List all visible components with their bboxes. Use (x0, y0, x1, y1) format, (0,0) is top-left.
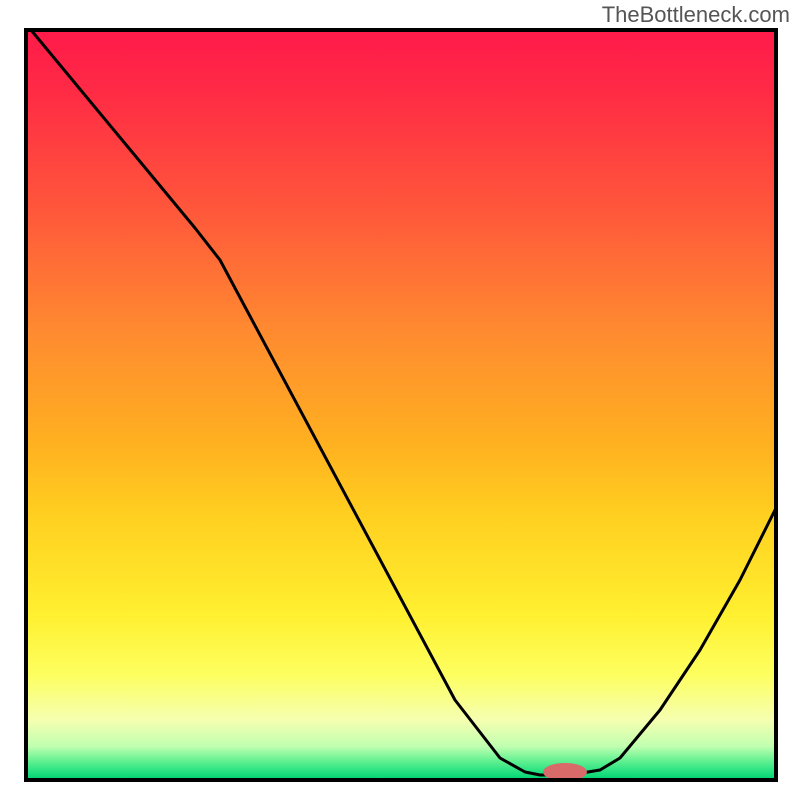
watermark-text: TheBottleneck.com (602, 2, 790, 28)
chart-container: { "watermark": "TheBottleneck.com", "cha… (0, 0, 800, 800)
chart-svg (0, 0, 800, 800)
plot-background (26, 30, 776, 780)
